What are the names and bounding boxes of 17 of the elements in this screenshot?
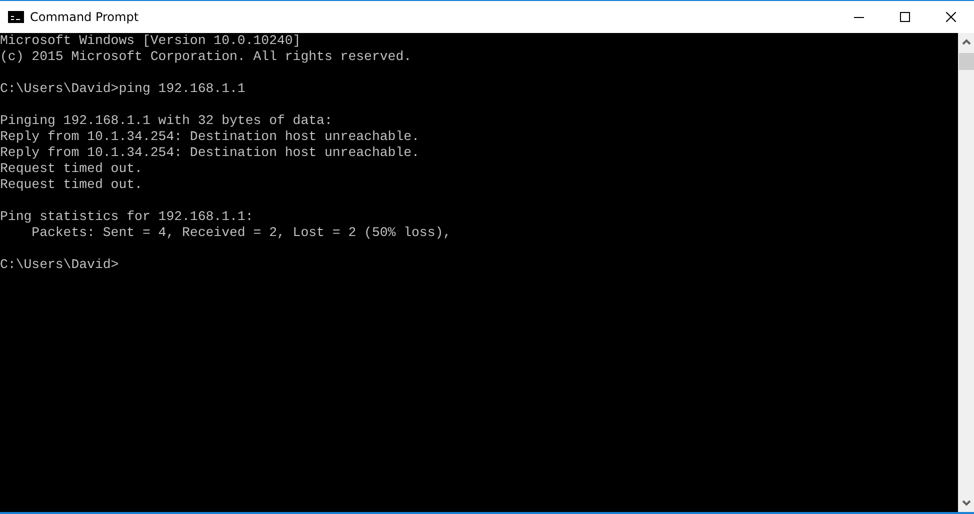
scrollbar-thumb[interactable]	[958, 53, 974, 70]
console-line: Request timed out.	[0, 177, 142, 193]
window-title: Command Prompt	[30, 10, 139, 24]
console-line: C:\Users\David>	[0, 257, 119, 273]
scrollbar[interactable]	[958, 33, 974, 512]
console-line: Reply from 10.1.34.254: Destination host unreachable.	[0, 145, 420, 161]
maximize-icon[interactable]	[900, 12, 910, 22]
console-line: Ping statistics for 192.168.1.1:	[0, 209, 254, 225]
console-line: Microsoft Windows [Version 10.0.10240]	[0, 33, 301, 49]
console-line: Request timed out.	[0, 161, 142, 177]
console-line: Reply from 10.1.34.254: Destination host unreachable.	[0, 129, 420, 145]
console-line: Pinging 192.168.1.1 with 32 bytes of data:	[0, 113, 332, 129]
console-line: Packets: Sent = 4, Received = 2, Lost = 2 (50% loss),	[30, 225, 452, 241]
close-icon[interactable]	[946, 12, 956, 22]
console-line: C:\Users\David>ping 192.168.1.1	[0, 81, 246, 97]
console-icon	[8, 11, 24, 23]
console-line: (c) 2015 Microsoft Corporation. All rights reserved.	[0, 49, 412, 65]
